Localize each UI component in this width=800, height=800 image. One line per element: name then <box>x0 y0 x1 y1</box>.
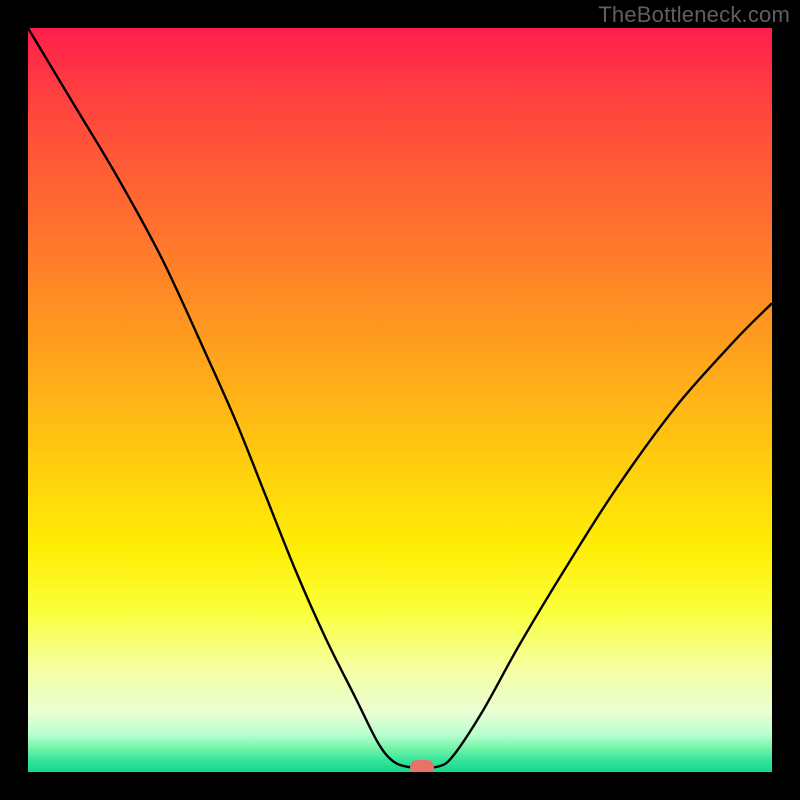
bottleneck-curve <box>28 28 772 772</box>
watermark-text: TheBottleneck.com <box>598 2 790 28</box>
bottleneck-chart: TheBottleneck.com <box>0 0 800 800</box>
optimum-marker <box>410 760 434 772</box>
plot-area <box>28 28 772 772</box>
